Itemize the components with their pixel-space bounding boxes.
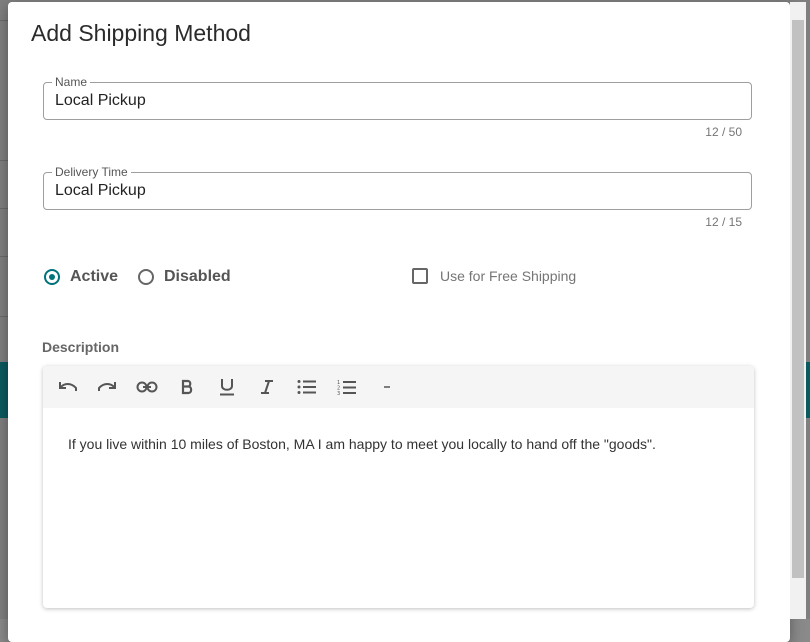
- delivery-time-char-counter: 12 / 15: [705, 215, 742, 229]
- free-shipping-checkbox-label[interactable]: Use for Free Shipping: [440, 268, 576, 284]
- undo-icon: [59, 382, 77, 391]
- undo-button[interactable]: [54, 375, 82, 399]
- free-shipping-checkbox-box[interactable]: [412, 268, 428, 284]
- delivery-time-input[interactable]: [55, 182, 735, 200]
- description-content[interactable]: If you live within 10 miles of Boston, M…: [68, 436, 656, 452]
- name-field[interactable]: Name: [43, 75, 752, 120]
- redo-icon: [98, 382, 116, 391]
- radio-active[interactable]: Active: [44, 268, 118, 286]
- radio-disabled-label[interactable]: Disabled: [164, 268, 231, 286]
- description-editor[interactable]: 1 2 3 If you live within 10 miles of Bos…: [43, 366, 754, 608]
- bullet-list-icon: [297, 380, 316, 394]
- underline-button[interactable]: [213, 375, 241, 399]
- radio-disabled[interactable]: Disabled: [138, 268, 231, 286]
- italic-button[interactable]: [253, 375, 281, 399]
- numbered-list-icon: 1 2 3: [337, 380, 356, 396]
- numbered-list-button[interactable]: 1 2 3: [333, 375, 361, 399]
- svg-text:3: 3: [337, 391, 340, 396]
- name-field-label: Name: [52, 75, 91, 89]
- bold-icon: [181, 379, 193, 395]
- bullet-list-button[interactable]: [293, 375, 321, 399]
- radio-active-label[interactable]: Active: [70, 268, 118, 286]
- italic-icon: [261, 380, 273, 394]
- editor-toolbar: 1 2 3: [43, 366, 754, 408]
- delivery-time-field[interactable]: Delivery Time: [43, 165, 752, 210]
- dialog-scrollbar[interactable]: [790, 2, 806, 619]
- add-shipping-method-dialog: Add Shipping Method Name 12 / 50 Deliver…: [8, 2, 790, 642]
- free-shipping-checkbox[interactable]: Use for Free Shipping: [412, 268, 576, 284]
- name-input[interactable]: [55, 92, 735, 110]
- background-teal-bar: [806, 362, 810, 418]
- name-char-counter: 12 / 50: [705, 125, 742, 139]
- link-button[interactable]: [133, 375, 161, 399]
- bold-button[interactable]: [173, 375, 201, 399]
- radio-active-indicator[interactable]: [44, 269, 60, 285]
- delivery-time-field-label: Delivery Time: [52, 165, 131, 179]
- redo-button[interactable]: [93, 375, 121, 399]
- scrollbar-thumb[interactable]: [792, 20, 804, 578]
- dialog-title: Add Shipping Method: [31, 20, 251, 46]
- description-label: Description: [42, 339, 120, 355]
- radio-disabled-indicator[interactable]: [138, 269, 154, 285]
- horizontal-rule-icon: [384, 386, 390, 388]
- link-icon: [136, 381, 158, 393]
- underline-icon: [220, 379, 234, 396]
- horizontal-rule-button[interactable]: [373, 375, 401, 399]
